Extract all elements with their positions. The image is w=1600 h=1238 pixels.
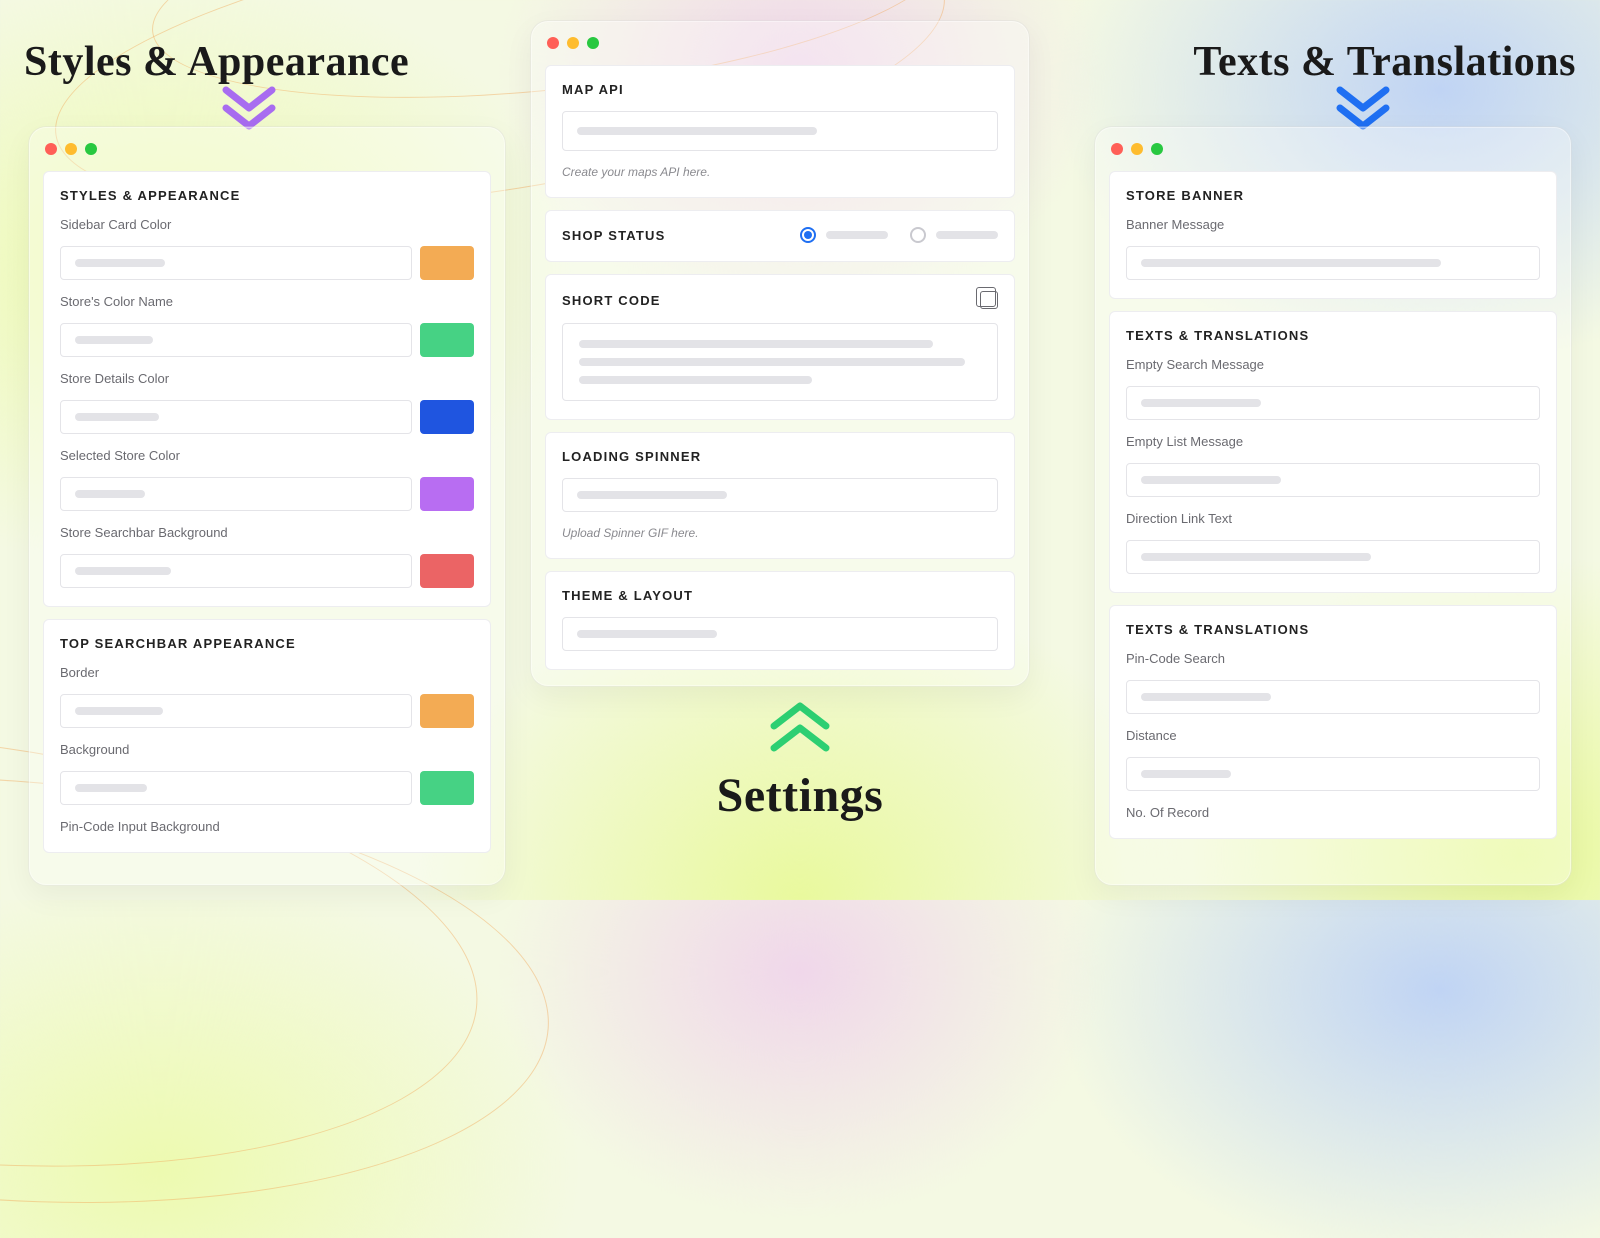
card-title: STYLES & APPEARANCE — [60, 188, 474, 203]
map-api-card: MAP API Create your maps API here. — [545, 65, 1015, 198]
field-label: Empty List Message — [1126, 434, 1540, 449]
texts-translations-card-2: TEXTS & TRANSLATIONS Pin-Code Search Dis… — [1109, 605, 1557, 839]
text-input[interactable] — [1126, 757, 1540, 791]
card-title: LOADING SPINNER — [562, 449, 998, 464]
color-input[interactable] — [60, 477, 412, 511]
field-label: Distance — [1126, 728, 1540, 743]
color-input[interactable] — [60, 771, 412, 805]
text-input[interactable] — [1126, 386, 1540, 420]
radio-selected-icon — [800, 227, 816, 243]
minimize-dot-icon[interactable] — [567, 37, 579, 49]
field-label: Background — [60, 742, 474, 757]
theme-input[interactable] — [562, 617, 998, 651]
color-swatch[interactable] — [420, 771, 474, 805]
window-titlebar — [545, 35, 1015, 53]
close-dot-icon[interactable] — [1111, 143, 1123, 155]
card-title: MAP API — [562, 82, 998, 97]
card-title: THEME & LAYOUT — [562, 588, 998, 603]
field-label: Store Details Color — [60, 371, 474, 386]
field-label: Border — [60, 665, 474, 680]
color-swatch[interactable] — [420, 246, 474, 280]
arrow-up-center-icon — [768, 700, 832, 756]
store-banner-card: STORE BANNER Banner Message — [1109, 171, 1557, 299]
banner-message-input[interactable] — [1126, 246, 1540, 280]
close-dot-icon[interactable] — [547, 37, 559, 49]
color-swatch[interactable] — [420, 477, 474, 511]
card-title: SHORT CODE — [562, 293, 661, 308]
texts-translations-card-1: TEXTS & TRANSLATIONS Empty Search Messag… — [1109, 311, 1557, 593]
field-label: Banner Message — [1126, 217, 1540, 232]
field-label: Selected Store Color — [60, 448, 474, 463]
short-code-textarea[interactable] — [562, 323, 998, 401]
map-api-input[interactable] — [562, 111, 998, 151]
copy-icon[interactable] — [980, 291, 998, 309]
field-label: Sidebar Card Color — [60, 217, 474, 232]
hero-title-right: Texts & Translations — [1193, 38, 1576, 86]
color-swatch[interactable] — [420, 554, 474, 588]
window-titlebar — [1109, 141, 1557, 159]
field-label: Direction Link Text — [1126, 511, 1540, 526]
spinner-upload-input[interactable] — [562, 478, 998, 512]
card-title: STORE BANNER — [1126, 188, 1540, 203]
card-title: TEXTS & TRANSLATIONS — [1126, 328, 1540, 343]
color-input[interactable] — [60, 246, 412, 280]
texts-window: STORE BANNER Banner Message TEXTS & TRAN… — [1094, 126, 1572, 886]
theme-layout-card: THEME & LAYOUT — [545, 571, 1015, 670]
hero-title-center: Settings — [717, 768, 884, 823]
map-api-hint: Create your maps API here. — [562, 165, 998, 179]
card-title: TEXTS & TRANSLATIONS — [1126, 622, 1540, 637]
color-swatch[interactable] — [420, 323, 474, 357]
top-searchbar-card: TOP SEARCHBAR APPEARANCE Border Backgrou… — [43, 619, 491, 853]
field-label: Store Searchbar Background — [60, 525, 474, 540]
text-input[interactable] — [1126, 540, 1540, 574]
card-title: SHOP STATUS — [562, 228, 666, 243]
color-swatch[interactable] — [420, 694, 474, 728]
color-input[interactable] — [60, 400, 412, 434]
field-label: Pin-Code Search — [1126, 651, 1540, 666]
color-input[interactable] — [60, 323, 412, 357]
shop-status-card: SHOP STATUS — [545, 210, 1015, 262]
spinner-hint: Upload Spinner GIF here. — [562, 526, 998, 540]
zoom-dot-icon[interactable] — [85, 143, 97, 155]
field-label: Pin-Code Input Background — [60, 819, 474, 834]
text-input[interactable] — [1126, 463, 1540, 497]
loading-spinner-card: LOADING SPINNER Upload Spinner GIF here. — [545, 432, 1015, 559]
radio-unselected-icon — [910, 227, 926, 243]
text-input[interactable] — [1126, 680, 1540, 714]
field-label: Empty Search Message — [1126, 357, 1540, 372]
color-input[interactable] — [60, 694, 412, 728]
field-label: No. Of Record — [1126, 805, 1540, 820]
hero-title-left: Styles & Appearance — [24, 38, 409, 86]
shop-status-option-2[interactable] — [910, 227, 998, 243]
shop-status-option-1[interactable] — [800, 227, 888, 243]
settings-window: MAP API Create your maps API here. SHOP … — [530, 20, 1030, 687]
close-dot-icon[interactable] — [45, 143, 57, 155]
styles-window: STYLES & APPEARANCE Sidebar Card Color S… — [28, 126, 506, 886]
styles-appearance-card: STYLES & APPEARANCE Sidebar Card Color S… — [43, 171, 491, 607]
zoom-dot-icon[interactable] — [1151, 143, 1163, 155]
short-code-card: SHORT CODE — [545, 274, 1015, 420]
color-input[interactable] — [60, 554, 412, 588]
color-swatch[interactable] — [420, 400, 474, 434]
card-title: TOP SEARCHBAR APPEARANCE — [60, 636, 474, 651]
field-label: Store's Color Name — [60, 294, 474, 309]
zoom-dot-icon[interactable] — [587, 37, 599, 49]
window-titlebar — [43, 141, 491, 159]
minimize-dot-icon[interactable] — [65, 143, 77, 155]
minimize-dot-icon[interactable] — [1131, 143, 1143, 155]
